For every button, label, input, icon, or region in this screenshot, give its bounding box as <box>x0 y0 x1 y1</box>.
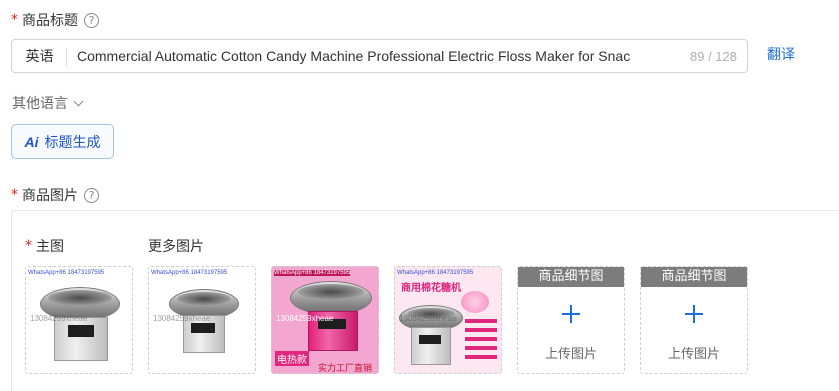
required-mark: * <box>11 187 18 203</box>
required-mark: * <box>25 238 32 254</box>
image-watermark: WhatsApp+86 18473197595 <box>397 270 474 276</box>
image-watermark: WhatsApp+86 18473197595 <box>28 270 105 276</box>
title-input-value[interactable]: Commercial Automatic Cotton Candy Machin… <box>67 48 686 64</box>
plus-icon <box>685 305 703 323</box>
detail-slot-header: 商品细节图 <box>518 267 624 287</box>
product-image-thumbnail[interactable]: WhatsApp+86 18473197595 13084259xheae 电热… <box>271 266 379 374</box>
translate-link[interactable]: 翻译 <box>767 44 795 64</box>
image-overlay-text: 13084259xheae <box>153 314 211 323</box>
other-languages-label: 其他语言 <box>12 96 68 112</box>
images-field-label: * 商品图片 ? <box>11 185 99 205</box>
chevron-down-icon <box>73 96 84 106</box>
plus-icon <box>562 305 580 323</box>
cotton-candy-machine-image <box>38 281 122 369</box>
detail-image-upload-slot[interactable]: 商品细节图 上传图片 <box>517 266 625 374</box>
image-badge: 电热款 <box>275 351 309 366</box>
feature-list <box>465 319 497 359</box>
image-watermark: WhatsApp+86 18473197595 <box>274 270 351 276</box>
ai-title-generate-label: 标题生成 <box>44 134 101 151</box>
images-label-text: 商品图片 <box>22 188 78 204</box>
image-overlay-text: 13084259xheae <box>30 314 88 323</box>
image-headline: 商用棉花糖机 <box>401 283 461 294</box>
product-image-thumbnail[interactable]: WhatsApp+86 18473197595 商用棉花糖机 13084259x… <box>394 266 502 374</box>
ai-title-generate-button[interactable]: Ai 标题生成 <box>11 124 114 159</box>
required-mark: * <box>11 12 18 28</box>
help-icon[interactable]: ? <box>84 12 99 28</box>
title-field-label: * 商品标题 ? <box>11 10 99 30</box>
cotton-candy-machine-image <box>167 285 243 365</box>
detail-slot-header: 商品细节图 <box>641 267 747 287</box>
language-prefix: 英语 <box>12 40 67 72</box>
title-input[interactable]: 英语 Commercial Automatic Cotton Candy Mac… <box>11 39 748 73</box>
product-image-thumbnail[interactable]: WhatsApp+86 18473197595 13084259xheae <box>25 266 133 374</box>
char-counter: 89 / 128 <box>690 48 737 64</box>
upload-image-label: 上传图片 <box>667 347 720 362</box>
upload-image-label: 上传图片 <box>544 347 597 362</box>
image-footer-text: 实力工厂直销 <box>318 364 373 374</box>
cotton-candy-image <box>461 291 489 313</box>
detail-image-upload-slot[interactable]: 商品细节图 上传图片 <box>640 266 748 374</box>
title-label-text: 商品标题 <box>22 13 78 29</box>
ai-icon: Ai <box>24 133 39 150</box>
image-watermark: WhatsApp+86 18473197595 <box>151 270 228 276</box>
main-image-label-text: 主图 <box>36 239 64 255</box>
other-languages-toggle[interactable]: 其他语言 <box>12 93 84 113</box>
product-image-thumbnail[interactable]: WhatsApp+86 18473197595 13084259xheae <box>148 266 256 374</box>
main-image-label: * 主图 <box>25 236 64 256</box>
image-overlay-text: 13084259xheae <box>276 314 334 323</box>
image-overlay-text: 13084259xheae <box>399 314 457 323</box>
help-icon[interactable]: ? <box>84 187 99 203</box>
more-images-label: 更多图片 <box>148 239 204 255</box>
